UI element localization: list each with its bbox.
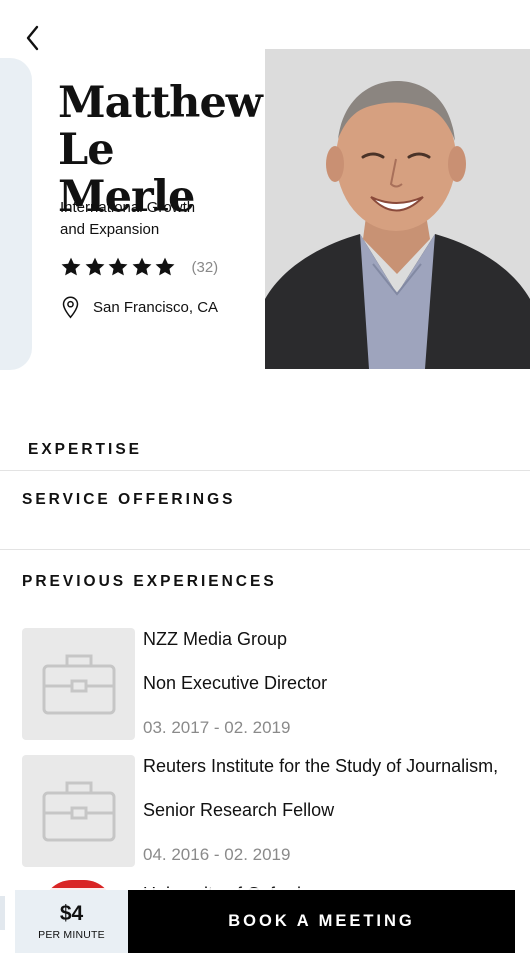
star-icon xyxy=(108,257,128,276)
star-icon xyxy=(85,257,104,276)
chevron-left-icon xyxy=(26,25,39,51)
first-name: Matthew xyxy=(58,78,263,128)
experience-item[interactable]: NZZ Media Group Non Executive Director 0… xyxy=(22,628,530,740)
location: San Francisco, CA xyxy=(62,296,218,319)
experience-dates: 03. 2017 - 02. 2019 xyxy=(143,718,291,737)
title-line-1: International Growth xyxy=(60,199,196,216)
title-line-2: and Expansion xyxy=(60,221,160,238)
experience-dates: 04. 2016 - 02. 2019 xyxy=(143,845,291,864)
price-value: $4 xyxy=(59,902,84,925)
rating-count: (32) xyxy=(191,258,219,276)
star-icon xyxy=(155,257,175,276)
map-pin-icon xyxy=(62,296,79,319)
experience-company: Reuters Institute for the Study of Journ… xyxy=(143,756,499,776)
rating[interactable]: (32) xyxy=(60,256,218,278)
previous-card-edge[interactable] xyxy=(0,58,32,370)
briefcase-icon xyxy=(42,781,115,842)
briefcase-icon xyxy=(42,654,115,715)
section-service-offerings[interactable]: SERVICE OFFERINGS xyxy=(22,491,236,509)
star-icon xyxy=(61,257,81,276)
section-previous-experiences: PREVIOUS EXPERIENCES xyxy=(22,573,277,590)
company-logo-placeholder xyxy=(22,755,135,867)
section-expertise[interactable]: EXPERTISE xyxy=(28,441,142,459)
star-icon xyxy=(132,257,151,276)
experience-role: Non Executive Director xyxy=(143,673,328,693)
experience-role: Senior Research Fellow xyxy=(143,800,335,820)
back-button[interactable] xyxy=(18,22,48,54)
experience-item[interactable]: Reuters Institute for the Study of Journ… xyxy=(22,755,530,867)
divider xyxy=(0,549,530,550)
price-box: $4 PER MINUTE xyxy=(15,890,128,953)
location-text: San Francisco, CA xyxy=(93,299,219,316)
company-logo-placeholder xyxy=(22,628,135,740)
profile-photo xyxy=(265,49,530,369)
experience-company: NZZ Media Group xyxy=(143,629,288,649)
divider xyxy=(0,470,530,471)
price-unit: PER MINUTE xyxy=(38,929,105,941)
side-indicator xyxy=(0,896,5,930)
book-meeting-button[interactable]: BOOK A MEETING xyxy=(128,890,515,953)
profile-title: International Growth and Expansion xyxy=(60,197,230,241)
